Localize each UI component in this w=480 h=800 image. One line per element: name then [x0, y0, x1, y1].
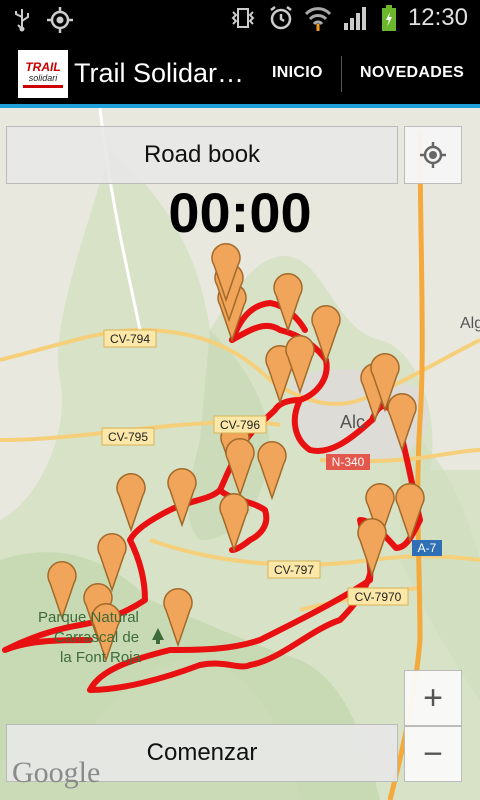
app-title: Trail Solidar… [74, 58, 245, 88]
wifi-icon [304, 7, 332, 31]
my-location-icon [420, 142, 446, 168]
road-label-cv797: CV-797 [274, 563, 314, 577]
road-label-n340: N-340 [332, 455, 365, 469]
google-attribution: Google [12, 756, 101, 789]
road-label-cv796: CV-796 [220, 418, 260, 432]
gps-icon [47, 7, 73, 33]
place-label-parque: Parque Natural [38, 609, 139, 626]
place-label-alg: Alg [460, 315, 480, 332]
status-bar: 12:30 [0, 0, 480, 38]
timer-display: 00:00 [168, 181, 312, 244]
app-logo[interactable]: TRAIL solidari [18, 50, 68, 98]
place-label-fontroja: la Font Roja [60, 649, 142, 666]
place-label-carrascal: Carrascal de [54, 629, 139, 646]
action-divider [341, 56, 342, 92]
vibrate-icon [231, 8, 255, 28]
signal-icon [343, 7, 366, 30]
zoom-out-button[interactable]: − [404, 726, 462, 782]
road-label-cv7970: CV-7970 [355, 590, 402, 604]
my-location-button[interactable] [404, 126, 462, 184]
usb-icon [15, 9, 29, 32]
logo-line1: TRAIL [25, 59, 61, 74]
clock-text: 12:30 [407, 4, 468, 31]
road-label-a7: A-7 [418, 541, 437, 555]
road-label-cv795: CV-795 [108, 430, 148, 444]
logo-stripe [23, 84, 63, 88]
alarm-icon [270, 6, 292, 30]
place-label-alc: Alc [340, 412, 365, 432]
novedades-button[interactable]: NOVEDADES [360, 64, 464, 82]
inicio-button[interactable]: INICIO [272, 64, 323, 82]
battery-icon [381, 5, 396, 31]
road-label-cv794: CV-794 [110, 332, 150, 346]
zoom-in-button[interactable]: + [404, 670, 462, 726]
logo-line2: solidari [28, 72, 58, 83]
road-book-button[interactable]: Road book [6, 126, 398, 184]
